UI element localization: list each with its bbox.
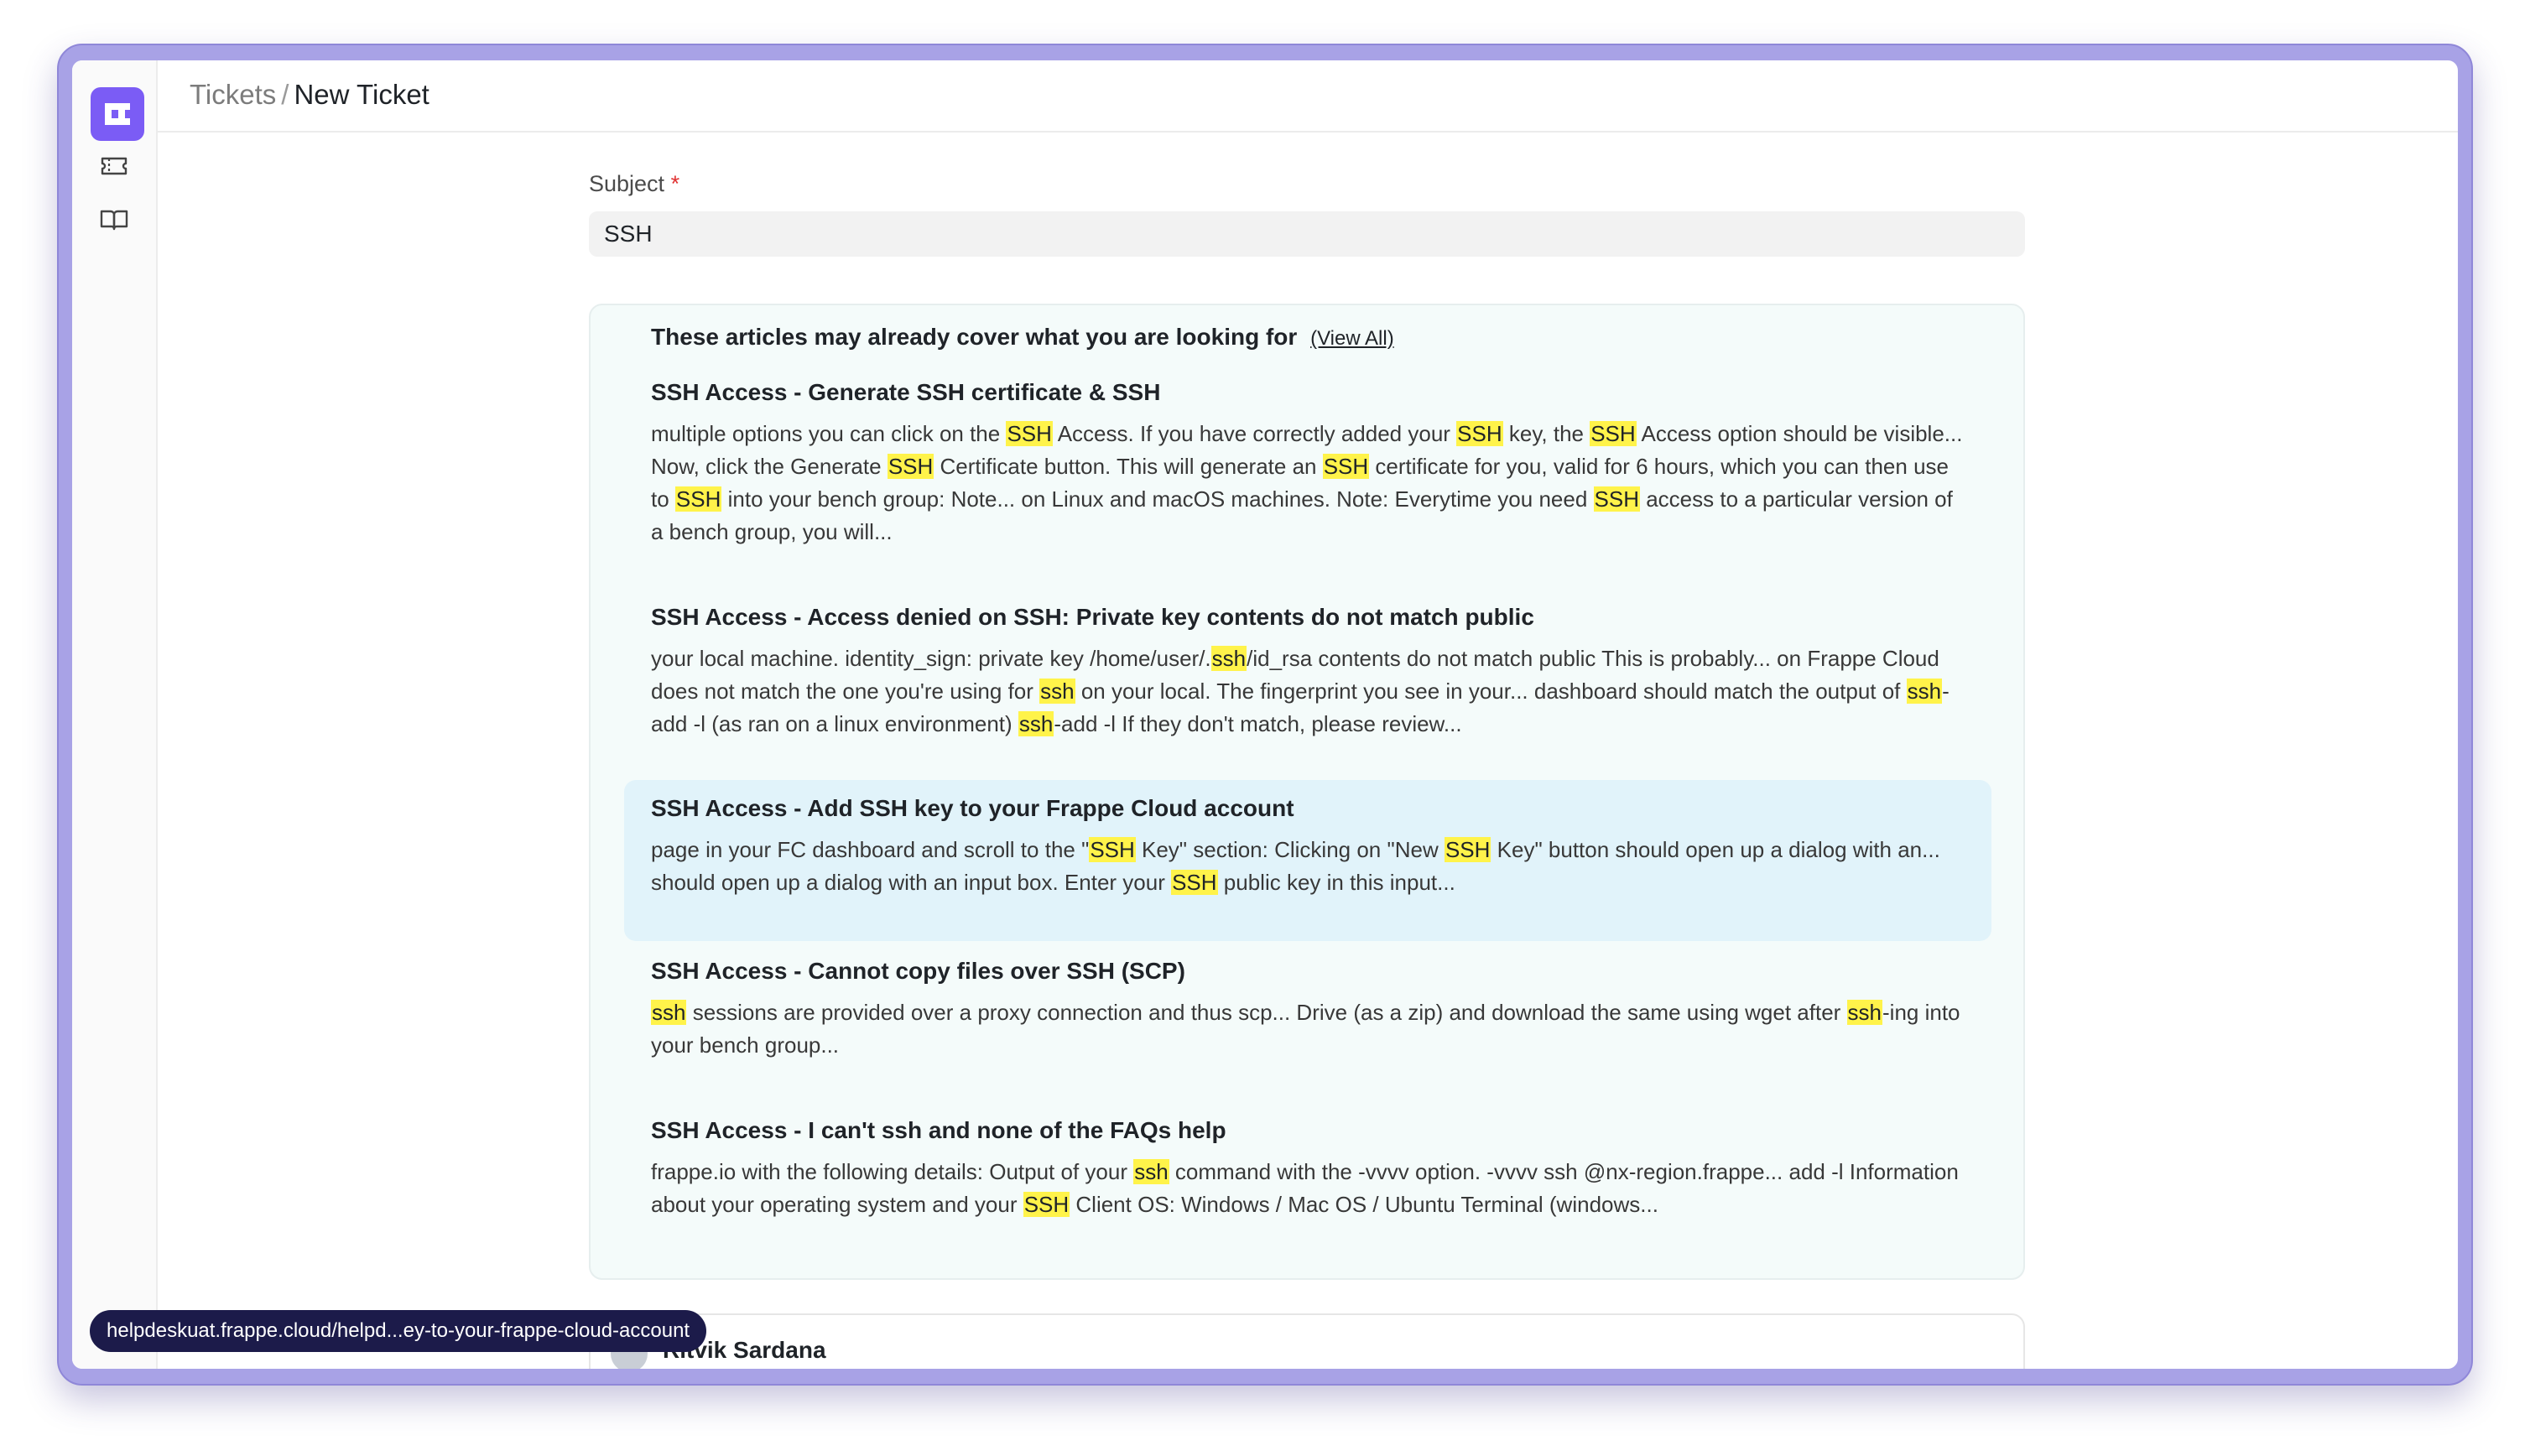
breadcrumb-separator: / xyxy=(281,79,289,110)
suggested-articles-panel: These articles may already cover what yo… xyxy=(589,304,2025,1280)
app-window: Tickets/New Ticket Subject * These artic… xyxy=(72,60,2458,1369)
view-all-link[interactable]: (View All) xyxy=(1310,327,1394,350)
subject-label-text: Subject xyxy=(589,171,665,196)
ticket-icon[interactable] xyxy=(99,151,129,181)
article-snippet: page in your FC dashboard and scroll to … xyxy=(651,837,1940,895)
article-item[interactable]: SSH Access - Access denied on SSH: Priva… xyxy=(624,604,1991,763)
sidebar xyxy=(72,60,158,1369)
link-url-status-bar: helpdeskuat.frappe.cloud/helpd...ey-to-y… xyxy=(90,1310,707,1352)
breadcrumb-tickets-link[interactable]: Tickets xyxy=(190,79,276,110)
page-title: New Ticket xyxy=(294,79,429,110)
breadcrumb: Tickets / New Ticket xyxy=(190,79,429,111)
suggested-articles-heading-text: These articles may already cover what yo… xyxy=(651,324,1298,350)
article-title: SSH Access - Generate SSH certificate & … xyxy=(651,379,1161,405)
article-snippet: multiple options you can click on the SS… xyxy=(651,421,1963,544)
article-snippet: ssh sessions are provided over a proxy c… xyxy=(651,1000,1960,1058)
book-icon[interactable] xyxy=(99,205,129,235)
reply-editor[interactable]: Ritvik Sardana xyxy=(589,1313,2025,1369)
required-asterisk: * xyxy=(670,171,680,196)
subject-input[interactable] xyxy=(589,211,2025,257)
subject-label: Subject * xyxy=(589,171,679,197)
article-item[interactable]: SSH Access - I can't ssh and none of the… xyxy=(624,1117,1991,1243)
article-item[interactable]: SSH Access - Generate SSH certificate & … xyxy=(624,379,1991,580)
top-bar: Tickets / New Ticket xyxy=(156,60,2458,133)
article-item-hovered[interactable]: SSH Access - Add SSH key to your Frappe … xyxy=(624,780,1991,941)
article-title: SSH Access - Cannot copy files over SSH … xyxy=(651,958,1185,984)
article-snippet: your local machine. identity_sign: priva… xyxy=(651,646,1950,736)
suggested-articles-heading: These articles may already cover what yo… xyxy=(651,324,1394,351)
article-title: SSH Access - Add SSH key to your Frappe … xyxy=(651,795,1294,821)
article-title: SSH Access - Access denied on SSH: Priva… xyxy=(651,604,1534,630)
article-item[interactable]: SSH Access - Cannot copy files over SSH … xyxy=(624,958,1991,1084)
article-title: SSH Access - I can't ssh and none of the… xyxy=(651,1117,1226,1143)
article-snippet: frappe.io with the following details: Ou… xyxy=(651,1159,1959,1217)
helpdesk-logo[interactable] xyxy=(91,87,144,141)
